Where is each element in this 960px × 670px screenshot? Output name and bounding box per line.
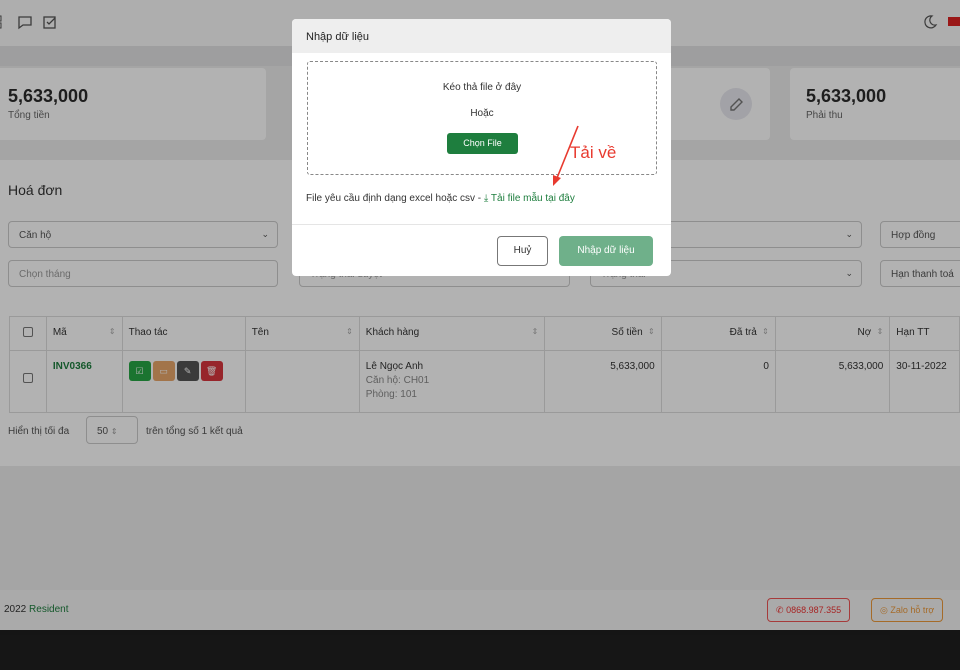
choose-file-button[interactable]: Chọn File bbox=[447, 133, 518, 154]
modal-divider bbox=[292, 224, 671, 225]
annotation-label: Tải về bbox=[570, 143, 617, 162]
file-requirement: File yêu cầu định dạng excel hoặc csv - … bbox=[306, 193, 575, 204]
modal-title: Nhập dữ liệu bbox=[292, 19, 671, 53]
cancel-button[interactable]: Huỷ bbox=[497, 236, 548, 266]
download-template-link[interactable]: ⤓ Tải file mẫu tại đây bbox=[484, 193, 575, 204]
download-template-label: Tải file mẫu tại đây bbox=[490, 193, 575, 204]
drag-text: Kéo thả file ở đây bbox=[442, 82, 522, 93]
import-button[interactable]: Nhập dữ liệu bbox=[559, 236, 653, 266]
requirement-text: File yêu cầu định dạng excel hoặc csv - bbox=[306, 193, 482, 204]
or-text: Hoặc bbox=[470, 108, 494, 119]
download-icon: ⤓ bbox=[483, 193, 489, 204]
